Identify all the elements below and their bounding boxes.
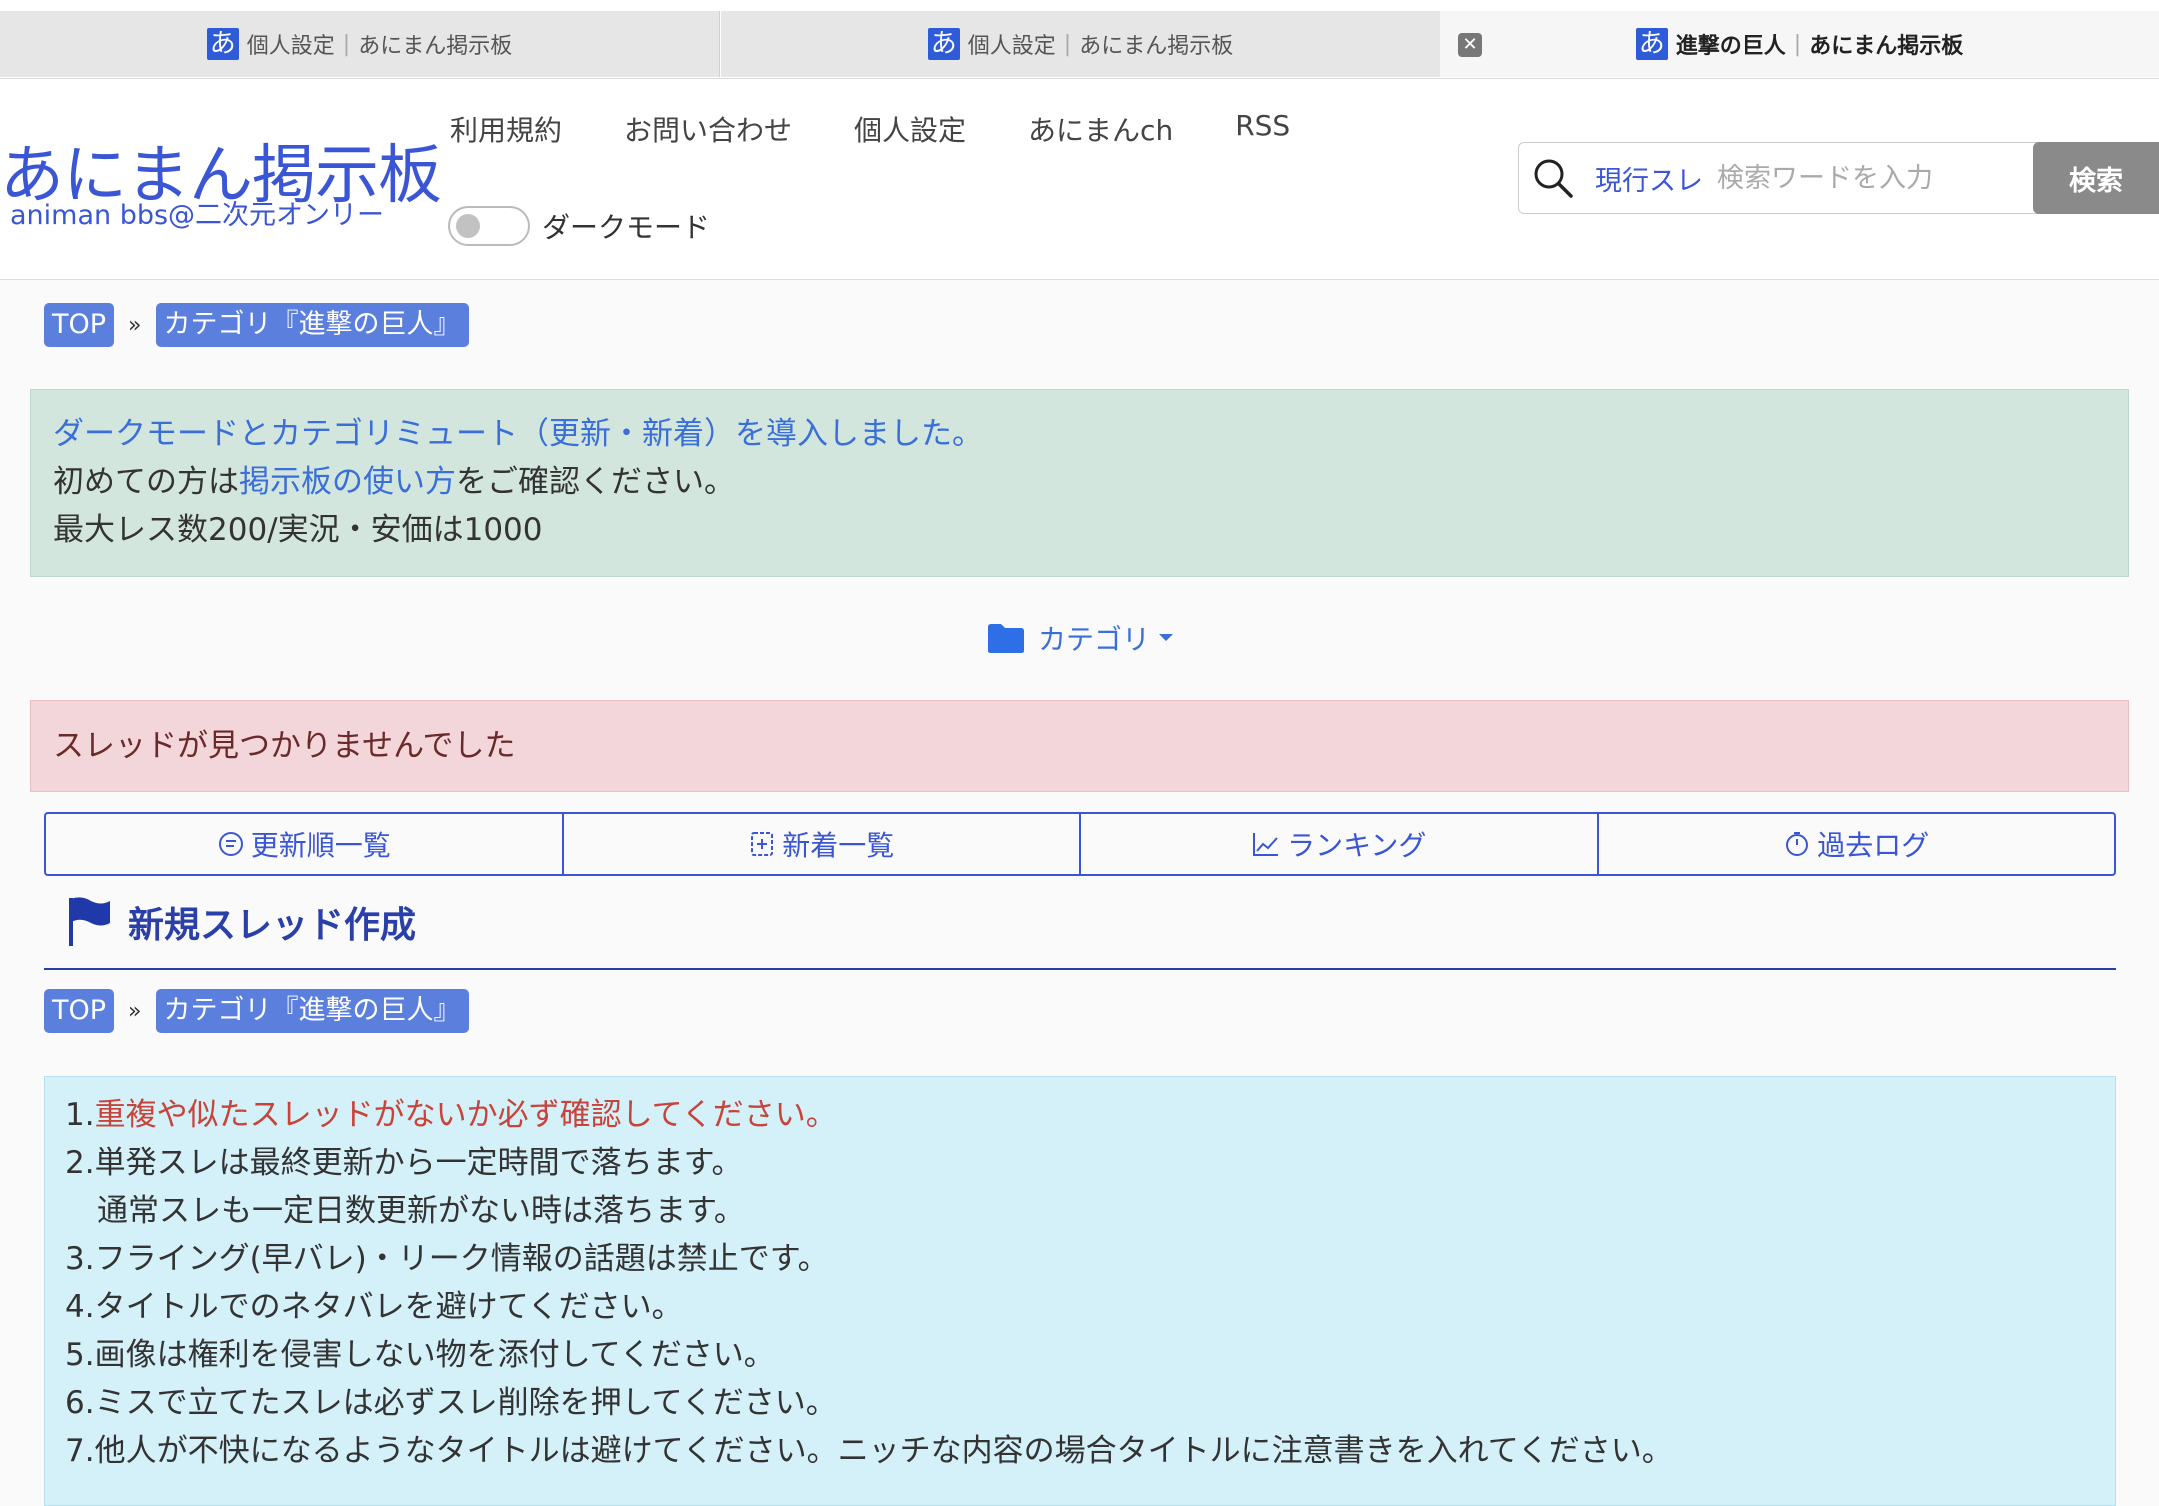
stopwatch-icon: [1786, 832, 1809, 856]
breadcrumb-category[interactable]: カテゴリ『進撃の巨人』: [155, 989, 469, 1033]
site-favicon: あ: [206, 28, 239, 60]
dark-mode-switch[interactable]: [448, 206, 530, 246]
nav-settings[interactable]: 個人設定: [854, 109, 966, 149]
notice-line-2: 初めての方は掲示板の使い方をご確認ください。: [53, 458, 2106, 506]
breadcrumb-separator: »: [128, 312, 142, 338]
site-header: あにまん掲示板 animan bbs@二次元オンリー 利用規約 お問い合わせ 個…: [0, 79, 2159, 280]
new-list-label: 新着一覧: [782, 829, 895, 862]
site-favicon: あ: [927, 28, 960, 60]
tab-separator: |: [342, 31, 351, 57]
tab-title: 個人設定: [967, 34, 1056, 59]
folder-icon: [988, 624, 1024, 653]
search-scope-select[interactable]: 現行スレ: [1595, 159, 1703, 198]
rule-7: 7.他人が不快になるようなタイトルは避けてください。ニッチな内容の場合タイトルに…: [65, 1433, 1673, 1469]
rule-1: 1.重複や似たスレッドがないか必ず確認してください。: [65, 1091, 2095, 1139]
switch-knob: [456, 214, 480, 238]
category-dropdown-label: カテゴリ: [1038, 623, 1151, 656]
rule-5: 5.画像は権利を侵害しない物を添付してください。: [65, 1337, 775, 1373]
new-post-icon: [751, 832, 774, 856]
thread-list-nav: 更新順一覧 新着一覧 ランキング 過去ログ: [44, 812, 2116, 876]
breadcrumb-category[interactable]: カテゴリ『進撃の巨人』: [155, 303, 469, 347]
tab-title: 進撃の巨人: [1675, 34, 1786, 59]
browser-tab-2[interactable]: あ 個人設定 | あにまん掲示板: [721, 11, 1440, 77]
site-logo-subtitle: animan bbs@二次元オンリー: [10, 200, 385, 231]
new-list-button[interactable]: 新着一覧: [564, 814, 1081, 874]
usage-guide-link[interactable]: 掲示板の使い方: [239, 464, 456, 500]
browser-tab-strip: あ 個人設定 | あにまん掲示板 あ 個人設定 | あにまん掲示板 ✕ あ 進撃…: [0, 0, 2159, 79]
flag-icon: [69, 897, 110, 946]
ranking-label: ランキング: [1287, 829, 1427, 862]
notice-line-3: 最大レス数200/実況・安価は1000: [53, 512, 543, 548]
chat-icon: [218, 832, 243, 856]
site-notice: ダークモードとカテゴリミュート（更新・新着）を導入しました。 初めての方は掲示板…: [30, 389, 2129, 577]
rule-2-continued: 通常スレも一定日数更新がない時は落ちます。: [97, 1193, 745, 1229]
dark-mode-toggle[interactable]: ダークモード: [448, 206, 710, 246]
rule-1-text: 重複や似たスレッドがないか必ず確認してください。: [94, 1097, 837, 1133]
breadcrumb-separator: »: [128, 998, 142, 1024]
rule-6: 6.ミスで立てたスレは必ずスレ削除を押してください。: [65, 1385, 837, 1421]
breadcrumb: TOP » カテゴリ『進撃の巨人』: [44, 303, 469, 347]
search-button[interactable]: 検索: [2033, 142, 2159, 214]
rule-2: 2.単発スレは最終更新から一定時間で落ちます。: [65, 1145, 743, 1181]
nav-contact[interactable]: お問い合わせ: [624, 109, 792, 149]
tab-title: 個人設定: [246, 34, 335, 59]
nav-terms[interactable]: 利用規約: [450, 109, 562, 149]
no-thread-alert: スレッドが見つかりませんでした: [30, 700, 2129, 792]
site-favicon: あ: [1635, 28, 1668, 60]
browser-tab-1[interactable]: あ 個人設定 | あにまん掲示板: [0, 11, 720, 77]
new-thread-heading: 新規スレッド作成: [66, 896, 416, 948]
thread-rules-box: 1.重複や似たスレッドがないか必ず確認してください。 2.単発スレは最終更新から…: [44, 1076, 2116, 1506]
nav-rss[interactable]: RSS: [1235, 109, 1290, 149]
rule-3: 3.フライング(早バレ)・リーク情報の話題は禁止です。: [65, 1241, 829, 1277]
search-icon: [1534, 159, 1573, 198]
notice-prefix: 初めての方は: [53, 464, 239, 500]
caret-down-icon: [1159, 634, 1174, 641]
new-thread-title: 新規スレッド作成: [128, 905, 417, 946]
tab-separator: |: [1063, 31, 1072, 57]
rule-4: 4.タイトルでのネタバレを避けてください。: [65, 1289, 683, 1325]
rule-1-number: 1.: [65, 1097, 95, 1133]
notice-suffix: をご確認ください。: [456, 464, 735, 500]
archive-log-label: 過去ログ: [1817, 829, 1930, 862]
updated-list-label: 更新順一覧: [250, 829, 391, 862]
chart-trend-icon: [1253, 833, 1279, 856]
breadcrumb-top[interactable]: TOP: [44, 989, 115, 1033]
updated-list-button[interactable]: 更新順一覧: [46, 814, 564, 874]
search-input[interactable]: [1715, 161, 2019, 195]
close-tab-icon[interactable]: ✕: [1458, 33, 1482, 57]
tab-site: あにまん掲示板: [358, 34, 513, 59]
breadcrumb-bottom: TOP » カテゴリ『進撃の巨人』: [44, 989, 469, 1033]
tab-separator: |: [1793, 31, 1802, 57]
tab-site: あにまん掲示板: [1809, 34, 1964, 59]
breadcrumb-top[interactable]: TOP: [44, 303, 115, 347]
header-nav: 利用規約 お問い合わせ 個人設定 あにまんch RSS: [450, 109, 1290, 149]
section-divider: [44, 968, 2116, 970]
category-dropdown[interactable]: カテゴリ: [986, 618, 1176, 658]
browser-tab-3-active[interactable]: ✕ あ 進撃の巨人 | あにまん掲示板: [1440, 11, 2159, 77]
dark-mode-label: ダークモード: [542, 211, 711, 244]
nav-animanch[interactable]: あにまんch: [1028, 109, 1173, 149]
ranking-button[interactable]: ランキング: [1081, 814, 1599, 874]
tab-site: あにまん掲示板: [1079, 34, 1234, 59]
notice-announcement-link[interactable]: ダークモードとカテゴリミュート（更新・新着）を導入しました。: [53, 410, 2106, 458]
archive-log-button[interactable]: 過去ログ: [1599, 814, 2115, 874]
